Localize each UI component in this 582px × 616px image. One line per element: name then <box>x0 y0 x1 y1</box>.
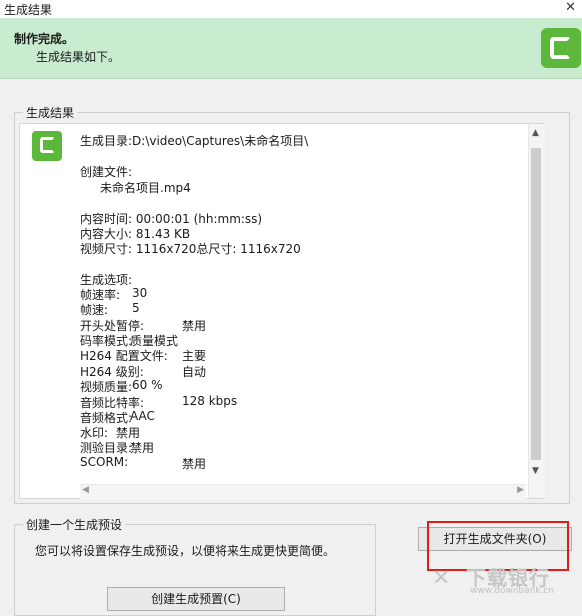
option-label: 视频质量: <box>80 380 133 394</box>
dimensions-text: 视频尺寸: 1116x720总尺寸: 1116x720 <box>80 242 301 256</box>
scroll-up-icon[interactable]: ▲ <box>532 128 539 138</box>
preset-group-label: 创建一个生成预设 <box>23 516 126 533</box>
scroll-thumb[interactable] <box>531 148 541 460</box>
option-label: H264 配置文件: <box>80 349 168 363</box>
option-value: 自动 <box>182 365 207 379</box>
banner-title: 制作完成。 <box>14 32 75 46</box>
vertical-scrollbar[interactable]: ▲ ▼ <box>528 124 545 498</box>
results-group-label: 生成结果 <box>23 104 78 121</box>
option-value: 禁用 <box>182 457 207 471</box>
close-icon[interactable]: ✕ <box>565 0 576 15</box>
camtasia-logo-icon <box>32 131 62 161</box>
option-value: 禁用 <box>130 441 155 455</box>
option-value: 60 % <box>132 378 163 392</box>
results-group: 生成结果 生成目录:D:\video\Captures\未命名项目\ 创建文件:… <box>14 104 570 504</box>
output-directory: 生成目录:D:\video\Captures\未命名项目\ <box>80 134 309 148</box>
created-file-name: 未命名项目.mp4 <box>100 181 191 195</box>
option-value: 主要 <box>182 349 207 363</box>
option-label: 测验目录: <box>80 441 133 455</box>
preset-group: 创建一个生成预设 您可以将设置保存生成预设，以便将来生成更快更简便。 创建生成预… <box>14 516 376 616</box>
completion-banner: 制作完成。 生成结果如下。 <box>0 18 582 79</box>
preset-description: 您可以将设置保存生成预设，以便将来生成更快更简便。 <box>35 544 336 558</box>
created-files-label: 创建文件: <box>80 165 133 179</box>
option-value: AAC <box>130 409 155 423</box>
scroll-down-icon[interactable]: ▼ <box>532 466 539 476</box>
create-preset-button[interactable]: 创建生成预置(C) <box>107 587 285 611</box>
camtasia-logo-icon <box>541 28 581 68</box>
option-value: 禁用 <box>182 319 207 333</box>
watermark-url: www.downbank.cn <box>470 586 555 596</box>
title-bar: 生成结果 ✕ <box>0 0 582 18</box>
option-label: SCORM: <box>80 455 129 469</box>
option-label: 帧速: <box>80 303 109 317</box>
results-pane: 生成目录:D:\video\Captures\未命名项目\ 创建文件: 未命名项… <box>19 123 545 499</box>
horizontal-scrollbar[interactable]: ◀ ▶ <box>80 484 526 499</box>
banner-subtitle: 生成结果如下。 <box>36 50 121 64</box>
option-value: 5 <box>132 301 140 315</box>
scroll-right-icon[interactable]: ▶ <box>517 485 524 495</box>
watermark-logo-icon: ✕ <box>432 566 451 591</box>
scroll-left-icon[interactable]: ◀ <box>82 485 89 495</box>
option-value: 30 <box>132 286 148 300</box>
option-value: 128 kbps <box>182 394 238 408</box>
window-title: 生成结果 <box>4 3 53 17</box>
